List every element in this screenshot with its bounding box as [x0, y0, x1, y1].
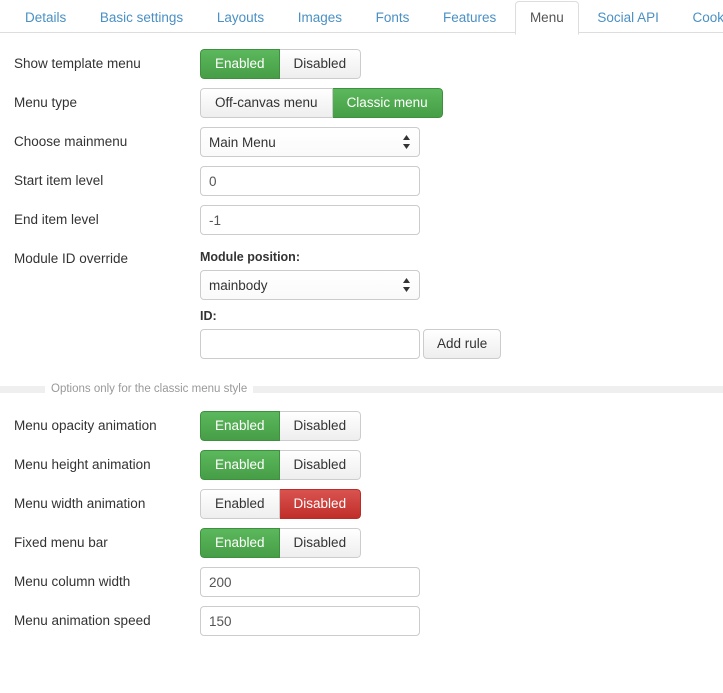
menu-type-classic-button[interactable]: Classic menu — [332, 88, 443, 118]
control-menu-opacity-animation: Enabled Disabled — [200, 409, 723, 441]
row-menu-animation-speed: Menu animation speed — [0, 604, 723, 643]
menu-height-animation-disabled-button[interactable]: Disabled — [279, 450, 362, 480]
add-rule-button[interactable]: Add rule — [423, 329, 502, 359]
row-menu-type: Menu type Off-canvas menu Classic menu — [0, 86, 723, 125]
label-show-template-menu: Show template menu — [14, 56, 141, 71]
control-fixed-menu-bar: Enabled Disabled — [200, 526, 723, 558]
tab-bar: Details Basic settings Layouts Images Fo… — [0, 0, 723, 35]
label-menu-width-animation: Menu width animation — [14, 496, 146, 511]
row-choose-mainmenu: Choose mainmenu Main Menu — [0, 125, 723, 164]
tab-menu[interactable]: Menu — [514, 1, 579, 35]
toggle-menu-height-animation: Enabled Disabled — [200, 450, 362, 480]
tab-fonts[interactable]: Fonts — [361, 1, 425, 34]
tab-images[interactable]: Images — [283, 1, 357, 34]
row-menu-opacity-animation: Menu opacity animation Enabled Disabled — [0, 409, 723, 448]
control-show-template-menu: Enabled Disabled — [200, 47, 723, 79]
toggle-menu-type: Off-canvas menu Classic menu — [200, 88, 443, 118]
show-template-menu-enabled-button[interactable]: Enabled — [200, 49, 280, 79]
tab-features[interactable]: Features — [428, 1, 511, 34]
row-menu-height-animation: Menu height animation Enabled Disabled — [0, 448, 723, 487]
control-module-id-override: Module position: mainbody ID: Add rule — [200, 242, 723, 359]
classic-menu-section-divider: Options only for the classic menu style — [0, 373, 723, 403]
control-end-item-level — [200, 203, 723, 235]
row-menu-column-width: Menu column width — [0, 565, 723, 604]
start-item-level-input[interactable] — [200, 166, 420, 196]
row-menu-width-animation: Menu width animation Enabled Disabled — [0, 487, 723, 526]
label-menu-type: Menu type — [14, 95, 78, 110]
label-end-item-level: End item level — [14, 212, 99, 227]
control-menu-height-animation: Enabled Disabled — [200, 448, 723, 480]
module-id-input[interactable] — [200, 329, 420, 359]
row-module-id-override: Module ID override Module position: main… — [0, 242, 723, 359]
toggle-show-template-menu: Enabled Disabled — [200, 49, 362, 79]
menu-width-animation-disabled-button[interactable]: Disabled — [279, 489, 362, 519]
label-module-position: Module position: — [200, 250, 300, 264]
control-menu-animation-speed — [200, 604, 723, 636]
label-menu-column-width: Menu column width — [14, 574, 131, 589]
select-wrap-module-position: mainbody — [200, 270, 420, 300]
menu-opacity-animation-disabled-button[interactable]: Disabled — [279, 411, 362, 441]
menu-type-off-canvas-button[interactable]: Off-canvas menu — [200, 88, 333, 118]
menu-opacity-animation-enabled-button[interactable]: Enabled — [200, 411, 280, 441]
fixed-menu-bar-disabled-button[interactable]: Disabled — [279, 528, 362, 558]
row-start-item-level: Start item level — [0, 164, 723, 203]
toggle-menu-width-animation: Enabled Disabled — [200, 489, 362, 519]
label-menu-animation-speed: Menu animation speed — [14, 613, 151, 628]
control-menu-column-width — [200, 565, 723, 597]
menu-height-animation-enabled-button[interactable]: Enabled — [200, 450, 280, 480]
tab-details[interactable]: Details — [10, 1, 81, 34]
end-item-level-input[interactable] — [200, 205, 420, 235]
choose-mainmenu-select[interactable]: Main Menu — [200, 127, 420, 157]
control-menu-width-animation: Enabled Disabled — [200, 487, 723, 519]
menu-width-animation-enabled-button[interactable]: Enabled — [200, 489, 280, 519]
divider-legend: Options only for the classic menu style — [45, 382, 254, 397]
tab-layouts[interactable]: Layouts — [202, 1, 279, 34]
control-choose-mainmenu: Main Menu — [200, 125, 723, 160]
label-menu-height-animation: Menu height animation — [14, 457, 151, 472]
row-show-template-menu: Show template menu Enabled Disabled — [0, 47, 723, 86]
label-choose-mainmenu: Choose mainmenu — [14, 134, 128, 149]
show-template-menu-disabled-button[interactable]: Disabled — [279, 49, 362, 79]
control-start-item-level — [200, 164, 723, 196]
tab-basic-settings[interactable]: Basic settings — [85, 1, 198, 34]
row-fixed-menu-bar: Fixed menu bar Enabled Disabled — [0, 526, 723, 565]
tab-cookie-law[interactable]: Cookie Law — [678, 1, 723, 34]
module-position-select[interactable]: mainbody — [200, 270, 420, 300]
label-start-item-level: Start item level — [14, 173, 104, 188]
module-id-row: Add rule — [200, 329, 723, 359]
menu-column-width-input[interactable] — [200, 567, 420, 597]
label-module-id: ID: — [200, 309, 217, 323]
label-fixed-menu-bar: Fixed menu bar — [14, 535, 108, 550]
menu-animation-speed-input[interactable] — [200, 606, 420, 636]
tab-social-api[interactable]: Social API — [582, 1, 674, 34]
fixed-menu-bar-enabled-button[interactable]: Enabled — [200, 528, 280, 558]
menu-settings-form: Show template menu Enabled Disabled Menu… — [0, 33, 723, 643]
select-wrap-choose-mainmenu: Main Menu — [200, 127, 420, 157]
row-end-item-level: End item level — [0, 203, 723, 242]
control-menu-type: Off-canvas menu Classic menu — [200, 86, 723, 118]
label-module-id-override: Module ID override — [14, 251, 129, 266]
toggle-fixed-menu-bar: Enabled Disabled — [200, 528, 362, 558]
label-menu-opacity-animation: Menu opacity animation — [14, 418, 157, 433]
toggle-menu-opacity-animation: Enabled Disabled — [200, 411, 362, 441]
